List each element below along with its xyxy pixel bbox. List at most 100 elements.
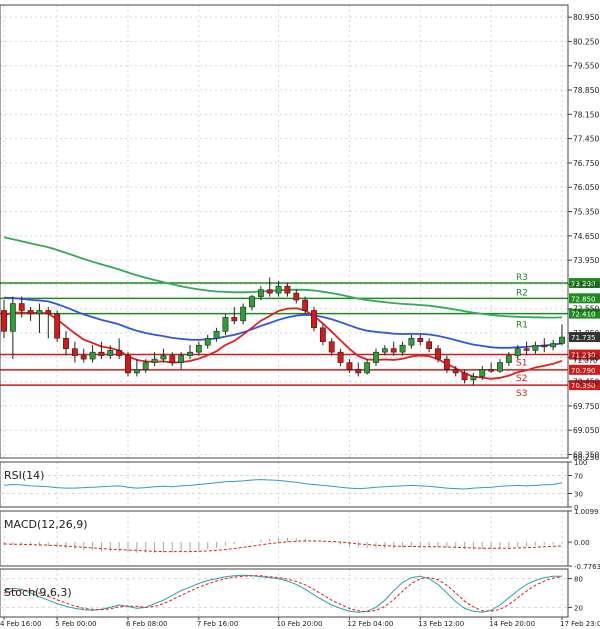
level-name-r3: R3 <box>516 273 528 283</box>
candle-bearish <box>284 285 291 294</box>
price-tick-label: 72.550 <box>573 305 599 314</box>
candle-bearish <box>80 355 87 360</box>
candle-bullish <box>204 337 211 346</box>
time-tick-label: 10 Feb 20:00 <box>277 620 323 628</box>
price-tick-label: 80.950 <box>573 13 599 22</box>
candle-bullish <box>505 355 512 363</box>
candle-bearish <box>169 355 176 363</box>
level-name-s1: S1 <box>516 359 527 369</box>
indicator-name-label: Stoch(9,6,3) <box>4 586 72 599</box>
candle-bullish <box>275 285 282 294</box>
time-tick-label: 13 Feb 12:00 <box>418 620 464 628</box>
candle-bearish <box>523 348 530 351</box>
candle-bullish <box>213 331 220 339</box>
candle-bearish <box>54 313 61 339</box>
candle-bearish <box>452 369 459 374</box>
candle-bearish <box>71 348 78 356</box>
price-tick-label: 76.050 <box>573 183 599 192</box>
candle-bearish <box>435 348 441 360</box>
candle-bullish <box>364 362 371 374</box>
last-price-label: 71.735 <box>571 334 596 342</box>
candle-bullish <box>89 351 96 360</box>
indicator-tick-label: -0.7763 <box>574 563 600 571</box>
indicator-name-label: RSI(14) <box>4 469 44 482</box>
candle-bullish <box>408 337 415 346</box>
price-tick-label: 73.950 <box>573 256 599 265</box>
candle-bullish <box>178 355 185 363</box>
candle-bearish <box>1 310 7 332</box>
candle-bearish <box>98 351 105 356</box>
candle-bearish <box>443 358 450 370</box>
candle-bullish <box>160 355 167 360</box>
level-name-s3: S3 <box>516 389 527 399</box>
candle-bearish <box>417 337 424 342</box>
candle-bearish <box>328 341 335 353</box>
price-tick-label: 78.150 <box>573 110 599 119</box>
candle-bullish <box>133 369 140 374</box>
candle-bearish <box>293 292 300 301</box>
price-tick-label: 75.350 <box>573 208 599 217</box>
candle-bearish <box>231 317 238 322</box>
candle-bearish <box>116 350 123 356</box>
price-tick-label-bottom: 68.250 <box>573 453 599 462</box>
price-tick-label: 79.550 <box>573 62 599 71</box>
candle-bullish <box>373 351 379 363</box>
level-price-label-r2: 72.850 <box>571 295 596 303</box>
price-tick-label: 69.050 <box>573 426 599 435</box>
time-tick-label: 6 Feb 08:00 <box>126 620 167 628</box>
candle-bullish <box>559 336 565 344</box>
candle-bullish <box>399 344 406 353</box>
level-price-label-s2: 70.790 <box>571 367 596 375</box>
candle-bullish <box>222 317 229 332</box>
forex-chart: 73.29072.85072.41071.23070.79070.350R3R2… <box>0 0 600 629</box>
candle-bullish <box>240 306 247 322</box>
candle-bullish <box>142 362 149 370</box>
candle-bullish <box>195 344 202 353</box>
candle-bearish <box>488 369 495 372</box>
candle-bullish <box>36 310 43 315</box>
candle-bearish <box>337 351 344 363</box>
time-tick-label: 7 Feb 16:00 <box>197 620 238 628</box>
indicator-tick-label: 70 <box>574 473 583 481</box>
indicator-tick-label: 20 <box>574 604 583 612</box>
candle-bearish <box>426 341 433 349</box>
candle-bearish <box>319 327 326 342</box>
candle-bullish <box>479 369 486 377</box>
candle-bullish <box>151 358 158 363</box>
candle-bullish <box>249 296 255 308</box>
level-name-r2: R2 <box>516 288 528 298</box>
price-tick-label: 73.250 <box>573 280 599 289</box>
time-tick-label: 4 Feb 16:00 <box>0 620 41 628</box>
indicator-tick-label: 0.00 <box>574 539 590 547</box>
indicator-tick-label: 30 <box>574 491 583 499</box>
indicator-tick-label: 1.0099 <box>574 508 599 516</box>
candle-bearish <box>311 310 317 329</box>
candle-bearish <box>390 348 397 353</box>
price-tick-label: 74.650 <box>573 232 599 241</box>
candle-bullish <box>107 350 114 356</box>
candle-bearish <box>63 337 69 349</box>
candle-bearish <box>125 355 131 374</box>
price-tick-label: 70.450 <box>573 378 599 387</box>
candle-bearish <box>355 369 362 374</box>
candle-bullish <box>497 362 503 372</box>
price-tick-label: 78.850 <box>573 86 599 95</box>
candle-bearish <box>461 372 468 381</box>
price-tick-label: 77.450 <box>573 135 599 144</box>
indicator-name-label: MACD(12,26,9) <box>4 518 88 531</box>
time-tick-label: 17 Feb 23:01 <box>560 620 600 628</box>
indicator-tick-label: 80 <box>574 576 583 584</box>
time-tick-label: 5 Feb 00:00 <box>55 620 96 628</box>
price-tick-label: 80.250 <box>573 37 599 46</box>
overlap-price-label: 71.070 <box>573 357 598 365</box>
candle-bullish <box>381 348 388 353</box>
level-name-s2: S2 <box>516 374 527 384</box>
candle-bullish <box>550 343 557 348</box>
candle-bullish <box>532 344 539 351</box>
price-tick-label: 69.750 <box>573 402 599 411</box>
price-tick-label: 76.750 <box>573 159 599 168</box>
candle-bullish <box>9 303 16 332</box>
candle-bearish <box>302 299 309 311</box>
level-name-r1: R1 <box>516 321 528 331</box>
candle-bearish <box>266 289 273 294</box>
